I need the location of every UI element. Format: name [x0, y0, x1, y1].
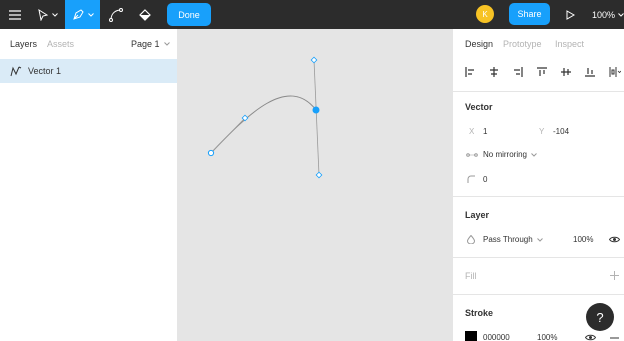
vector-path-drawing[interactable] — [178, 29, 452, 341]
tab-assets[interactable]: Assets — [47, 39, 74, 49]
pen-icon — [72, 9, 84, 20]
vector-path-icon — [10, 66, 22, 77]
y-input[interactable]: -104 — [553, 127, 569, 136]
stroke-section-title: Stroke — [465, 308, 494, 318]
toolbar: Done K Share 100% — [0, 0, 624, 29]
divider — [453, 294, 624, 295]
share-button[interactable]: Share — [509, 3, 550, 25]
align-top-icon[interactable] — [537, 67, 547, 77]
blend-mode-select[interactable]: Pass Through — [483, 235, 543, 244]
blend-mode-value: Pass Through — [483, 235, 533, 244]
tab-inspect[interactable]: Inspect — [555, 39, 584, 49]
divider — [453, 257, 624, 258]
layer-opacity-input[interactable]: 100% — [573, 235, 593, 244]
eye-icon[interactable] — [585, 334, 596, 341]
eye-icon[interactable] — [609, 236, 620, 243]
align-vertical-center-icon[interactable] — [561, 67, 571, 77]
main-menu-button[interactable] — [0, 0, 29, 29]
x-input[interactable]: 1 — [483, 127, 487, 136]
align-horizontal-center-icon[interactable] — [489, 67, 499, 77]
chevron-down-icon — [163, 42, 170, 46]
anchor-point-selected[interactable] — [312, 106, 320, 114]
present-button[interactable] — [560, 0, 580, 29]
mirroring-select[interactable]: No mirroring — [483, 150, 537, 159]
layer-section-title: Layer — [465, 210, 490, 220]
corner-radius-icon — [467, 175, 475, 183]
bezier-handle[interactable] — [310, 56, 318, 64]
bend-curve-icon — [109, 7, 123, 22]
page-selector[interactable]: Page 1 — [131, 39, 170, 49]
chevron-down-icon — [618, 12, 624, 17]
corner-radius-input[interactable]: 0 — [483, 175, 487, 184]
stroke-hex-input[interactable]: 000000 — [483, 333, 510, 341]
canvas[interactable] — [178, 29, 452, 341]
x-label: X — [469, 127, 475, 136]
layer-name: Vector 1 — [28, 66, 62, 76]
pen-tool-button[interactable] — [65, 0, 100, 29]
chevron-down-icon — [87, 12, 94, 17]
align-right-icon[interactable] — [513, 67, 523, 77]
layer-item-vector-1[interactable]: Vector 1 — [0, 59, 177, 83]
remove-stroke-icon[interactable] — [610, 337, 619, 339]
y-label: Y — [539, 127, 545, 136]
paint-bucket-icon — [139, 8, 151, 21]
align-left-icon[interactable] — [465, 67, 475, 77]
done-button[interactable]: Done — [167, 3, 211, 26]
divider — [453, 91, 624, 92]
chevron-down-icon — [531, 152, 537, 157]
help-button[interactable]: ? — [586, 303, 614, 331]
divider — [453, 196, 624, 197]
move-tool-button[interactable] — [29, 0, 65, 29]
vector-section-title: Vector — [465, 102, 493, 112]
bezier-handle[interactable] — [315, 171, 323, 179]
tab-layers[interactable]: Layers — [10, 39, 37, 49]
left-panel-tabs: Layers Assets Page 1 — [0, 29, 177, 58]
user-avatar[interactable]: K — [476, 5, 494, 23]
alignment-toolbar — [465, 65, 621, 79]
paint-bucket-button[interactable] — [131, 0, 159, 29]
hamburger-icon — [8, 9, 21, 20]
stroke-opacity-input[interactable]: 100% — [537, 333, 557, 341]
blend-mode-icon — [467, 235, 475, 244]
bezier-handle-line — [210, 117, 246, 154]
play-icon — [566, 9, 575, 20]
vector-curve[interactable] — [210, 95, 317, 154]
distribute-icon[interactable] — [609, 67, 621, 77]
tab-prototype[interactable]: Prototype — [503, 39, 542, 49]
zoom-label: 100% — [592, 9, 616, 20]
add-fill-icon[interactable] — [610, 271, 619, 280]
page-selector-label: Page 1 — [131, 39, 160, 49]
anchor-point[interactable] — [207, 149, 215, 157]
align-bottom-icon[interactable] — [585, 67, 595, 77]
bend-tool-button[interactable] — [102, 0, 130, 29]
properties-panel: Design Prototype Inspect Vector X 1 Y -1… — [452, 29, 624, 341]
chevron-down-icon — [51, 12, 58, 17]
chevron-down-icon — [536, 237, 543, 242]
layers-panel: Layers Assets Page 1 Vector 1 — [0, 29, 178, 341]
stroke-color-swatch[interactable] — [465, 331, 477, 341]
cursor-arrow-icon — [37, 8, 48, 21]
tab-design[interactable]: Design — [465, 39, 493, 49]
bezier-handle-line — [313, 59, 320, 176]
mirroring-value: No mirroring — [483, 150, 528, 159]
editor-app: Done K Share 100% Layers Assets Page 1 V… — [0, 0, 624, 341]
mirroring-icon — [466, 153, 478, 157]
zoom-selector[interactable]: 100% — [592, 0, 624, 29]
fill-section-title: Fill — [465, 271, 477, 281]
